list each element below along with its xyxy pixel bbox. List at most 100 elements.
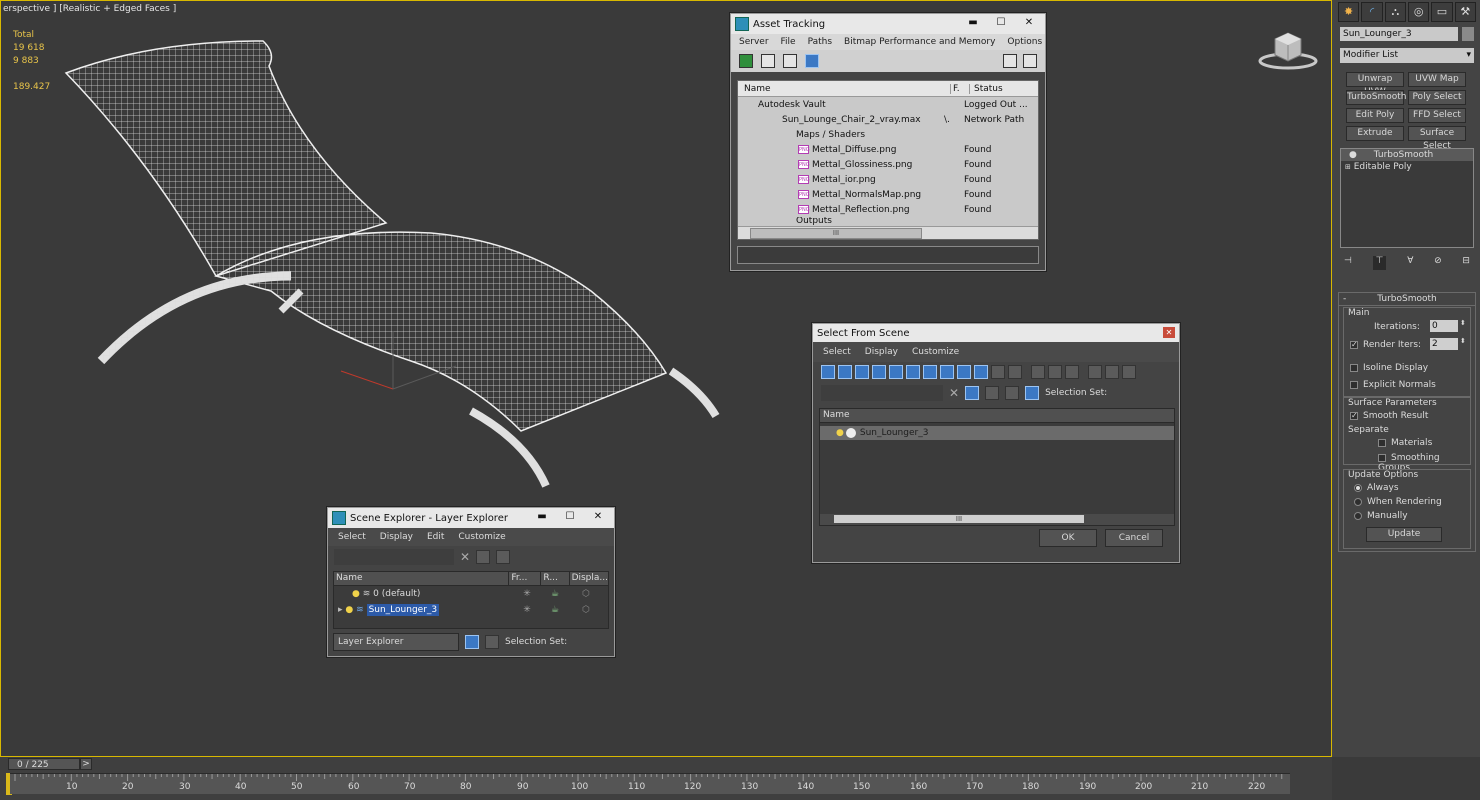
display-spacewarps-icon[interactable] xyxy=(906,365,920,379)
select-invert-icon[interactable] xyxy=(1065,365,1079,379)
list-item[interactable]: ● Sun_Lounger_3 xyxy=(820,426,1174,440)
ffd-select-button[interactable]: FFD Select xyxy=(1408,108,1466,123)
pin-stack-icon[interactable]: ⊣ xyxy=(1344,256,1352,270)
table-row[interactable]: Autodesk Vault Logged Out ... xyxy=(738,97,1038,112)
maximize-button[interactable]: ☐ xyxy=(558,510,582,524)
select-from-scene-titlebar[interactable]: Select From Scene ✕ xyxy=(813,324,1179,342)
menu-display[interactable]: Display xyxy=(865,347,898,357)
spinner-arrows-icon[interactable]: ⬍ xyxy=(1460,337,1466,345)
table-row[interactable]: Maps / Shaders xyxy=(738,127,1038,142)
when-rendering-radio[interactable] xyxy=(1354,497,1362,506)
display-tab-icon[interactable]: ▭ xyxy=(1431,2,1453,22)
col-frozen[interactable]: Fr... xyxy=(508,572,540,585)
col-name[interactable]: Name xyxy=(738,84,950,94)
col-f[interactable]: F. xyxy=(950,83,969,94)
filter-icon[interactable] xyxy=(1088,365,1102,379)
select-all-icon[interactable] xyxy=(1031,365,1045,379)
menu-select[interactable]: Select xyxy=(338,532,366,542)
hierarchy-filter-icon[interactable] xyxy=(965,386,980,400)
close-button[interactable]: ✕ xyxy=(1163,327,1175,338)
display-lights-icon[interactable] xyxy=(855,365,869,379)
clear-icon[interactable]: ✕ xyxy=(460,550,470,564)
menu-paths[interactable]: Paths xyxy=(808,37,832,47)
object-name-field[interactable]: Sun_Lounger_3 xyxy=(1340,27,1458,41)
render-iters-checkbox[interactable]: ✓ xyxy=(1350,340,1358,349)
table-row[interactable]: Outputs xyxy=(738,217,1038,225)
turbosmooth-button[interactable]: TurboSmooth xyxy=(1346,90,1406,105)
explicit-normals-checkbox[interactable] xyxy=(1350,380,1358,389)
cancel-button[interactable]: Cancel xyxy=(1105,529,1163,547)
display-geometry-icon[interactable] xyxy=(821,365,835,379)
menu-bitmap-performance[interactable]: Bitmap Performance and Memory xyxy=(844,37,995,47)
modify-tab-icon[interactable]: ◜ xyxy=(1361,2,1383,22)
modifier-list-dropdown[interactable]: Modifier List ▾ xyxy=(1340,48,1474,63)
path-input[interactable] xyxy=(737,246,1039,264)
always-radio[interactable] xyxy=(1354,483,1362,492)
hierarchy-tab-icon[interactable]: ⛬ xyxy=(1384,2,1406,22)
close-button[interactable]: ✕ xyxy=(586,510,610,524)
layer-icon[interactable] xyxy=(985,386,1000,400)
update-button[interactable]: Update xyxy=(1366,527,1442,542)
hierarchy-mode-icon[interactable] xyxy=(485,635,499,649)
display-helpers-icon[interactable] xyxy=(889,365,903,379)
ok-button[interactable]: OK xyxy=(1039,529,1097,547)
time-slider[interactable]: 0 / 225 xyxy=(8,758,80,770)
smoothing-groups-checkbox[interactable] xyxy=(1378,453,1386,462)
render-teapot-icon[interactable]: ☕ xyxy=(542,589,568,599)
filter-options-icon[interactable] xyxy=(1105,365,1119,379)
table-row[interactable]: Sun_Lounge_Chair_2_vray.max \. Network P… xyxy=(738,112,1038,127)
menu-select[interactable]: Select xyxy=(823,347,851,357)
thumbnail-view-icon[interactable] xyxy=(783,54,797,68)
scrollbar-thumb[interactable]: III xyxy=(834,515,1084,523)
display-cameras-icon[interactable] xyxy=(872,365,886,379)
table-row[interactable]: PNG Mettal_Diffuse.png Found xyxy=(738,142,1038,157)
refresh-icon[interactable] xyxy=(739,54,753,68)
close-button[interactable]: ✕ xyxy=(1017,16,1041,30)
find-input[interactable] xyxy=(334,549,454,565)
create-tab-icon[interactable]: ✸ xyxy=(1338,2,1360,22)
col-display[interactable]: Displa... xyxy=(568,572,608,585)
display-groups-icon[interactable] xyxy=(923,365,937,379)
horizontal-scrollbar[interactable]: III xyxy=(738,226,1038,239)
col-renderable[interactable]: R... xyxy=(540,572,568,585)
col-status[interactable]: Status xyxy=(969,83,1003,94)
manually-radio[interactable] xyxy=(1354,511,1362,520)
stack-item[interactable]: ⊞ Editable Poly xyxy=(1341,161,1473,173)
menu-server[interactable]: Server xyxy=(739,37,769,47)
horizontal-scrollbar[interactable]: III xyxy=(820,514,1174,525)
maximize-button[interactable]: ☐ xyxy=(989,16,1013,30)
help-icon[interactable] xyxy=(1003,54,1017,68)
utilities-tab-icon[interactable]: ⚒ xyxy=(1454,2,1476,22)
next-frame-button[interactable]: > xyxy=(80,758,92,770)
show-end-result-icon[interactable]: ⊤ xyxy=(1372,256,1387,270)
asset-tracking-titlebar[interactable]: Asset Tracking ▬ ☐ ✕ xyxy=(731,14,1045,34)
menu-edit[interactable]: Edit xyxy=(427,532,444,542)
asset-tracking-window[interactable]: Asset Tracking ▬ ☐ ✕ Server File Paths B… xyxy=(730,13,1046,271)
poly-select-button[interactable]: Poly Select xyxy=(1408,90,1466,105)
display-xrefs-icon[interactable] xyxy=(940,365,954,379)
layer-options-icon[interactable] xyxy=(496,550,511,564)
object-color-swatch[interactable] xyxy=(1462,27,1474,41)
display-containers-icon[interactable] xyxy=(974,365,988,379)
filter-icon[interactable] xyxy=(476,550,491,564)
menu-customize[interactable]: Customize xyxy=(458,532,505,542)
render-teapot-icon[interactable]: ☕ xyxy=(542,605,568,615)
menu-display[interactable]: Display xyxy=(380,532,413,542)
make-unique-icon[interactable]: ∀ xyxy=(1407,256,1413,270)
expand-plus-icon[interactable]: ⊞ xyxy=(1345,163,1351,171)
unwrap-uvw-button[interactable]: Unwrap UVW xyxy=(1346,72,1404,97)
configure-sets-icon[interactable]: ⊟ xyxy=(1462,256,1470,270)
surface-select-button[interactable]: Surface Select xyxy=(1408,126,1466,151)
find-input[interactable] xyxy=(821,385,943,401)
table-row[interactable]: ● ≋ 0 (default) ✳ ☕ ⬡ xyxy=(334,586,608,602)
col-name[interactable]: Name xyxy=(334,572,508,585)
display-box-icon[interactable]: ⬡ xyxy=(568,589,604,599)
freeze-icon[interactable]: ✳ xyxy=(512,589,542,599)
display-bones-icon[interactable] xyxy=(957,365,971,379)
smooth-result-checkbox[interactable]: ✓ xyxy=(1350,411,1358,420)
remove-modifier-icon[interactable]: ⊘ xyxy=(1434,256,1442,270)
minimize-button[interactable]: ▬ xyxy=(961,16,985,30)
isoline-checkbox[interactable] xyxy=(1350,363,1358,372)
expand-arrow-icon[interactable]: ▸ xyxy=(338,605,343,615)
table-row[interactable]: PNG Mettal_Reflection.png Found xyxy=(738,202,1038,217)
